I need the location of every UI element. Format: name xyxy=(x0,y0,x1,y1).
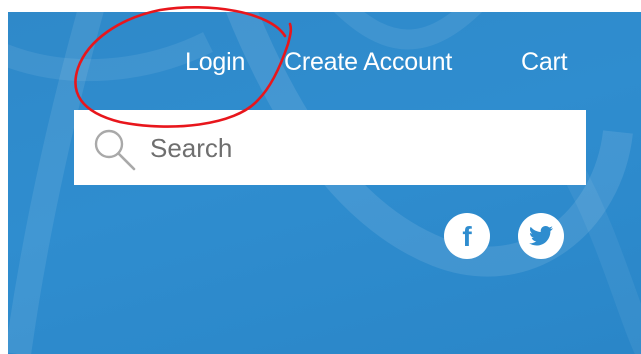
create-account-link[interactable]: Create Account xyxy=(284,46,452,78)
search-input[interactable] xyxy=(150,128,570,168)
cart-link[interactable]: Cart xyxy=(521,46,568,78)
facebook-glyph: f xyxy=(462,221,472,252)
screenshot-stage: Login Create Account Cart f xyxy=(0,0,641,354)
twitter-icon xyxy=(529,226,553,246)
twitter-button[interactable] xyxy=(518,213,564,259)
search-icon[interactable] xyxy=(91,126,137,172)
top-navigation: Login Create Account Cart xyxy=(8,12,641,112)
facebook-button[interactable]: f xyxy=(444,213,490,259)
header-panel: Login Create Account Cart f xyxy=(8,12,641,354)
login-link[interactable]: Login xyxy=(185,46,245,78)
facebook-icon: f xyxy=(462,221,472,252)
search-box[interactable] xyxy=(74,110,586,185)
